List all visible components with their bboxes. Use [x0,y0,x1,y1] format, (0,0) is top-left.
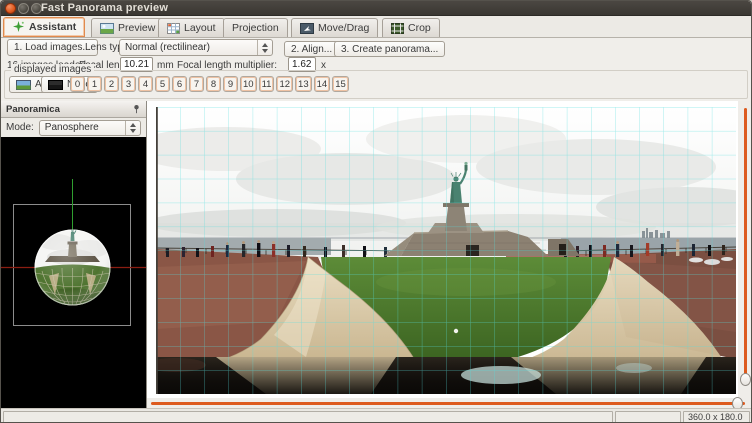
tab-label: Preview [118,22,155,34]
image-toggle-button[interactable]: 0 [70,76,85,92]
statusbar-cell [3,411,613,423]
statusbar-dimensions: 360.0 x 180.0 [683,411,750,423]
spinner-icon[interactable] [125,121,140,135]
minimize-button[interactable] [18,3,29,14]
panel-header: Panoramica [1,101,146,118]
spinner-icon[interactable] [257,40,272,55]
window-title: Fast Panorama preview [41,2,168,14]
panosphere-render [1,137,146,408]
tab-move-drag[interactable]: Move/Drag [291,18,378,37]
wand-icon [12,21,25,33]
pin-icon[interactable] [132,104,141,114]
close-button[interactable] [5,3,16,14]
tab-label: Layout [184,22,216,34]
image-toggle-button[interactable]: 2 [104,76,119,92]
image-toggle-row: 0 1 2 3 4 5 6 7 8 9 10 11 12 13 14 15 [70,76,349,92]
image-toggle-button[interactable]: 9 [223,76,238,92]
hfov-slider-track[interactable] [151,402,745,405]
image-toggle-button[interactable]: 15 [332,76,349,92]
panorama-canvas[interactable] [147,101,738,398]
tab-label: Assistant [29,21,76,33]
tab-assistant[interactable]: Assistant [3,17,85,37]
crop-icon [391,23,404,34]
assistant-toolbar: 1. Load images... Lens type: Normal (rec… [1,38,751,101]
tab-crop[interactable]: Crop [382,18,440,37]
mode-label: Mode: [6,122,34,133]
tab-projection[interactable]: Projection [223,18,288,37]
displayed-images-group: displayed images All None 0 1 2 3 4 5 6 … [4,70,748,99]
image-toggle-button[interactable]: 7 [189,76,204,92]
panel-title: Panoramica [6,104,60,115]
image-toggle-button[interactable]: 5 [155,76,170,92]
image-toggle-button[interactable]: 3 [121,76,136,92]
grid-icon [167,23,180,34]
image-toggle-button[interactable]: 14 [314,76,331,92]
lens-type-value: Normal (rectilinear) [120,42,257,53]
tabbar: Assistant Preview Layout Projection Move… [1,16,751,38]
grid-overlay [156,107,736,394]
vfov-slider[interactable] [738,101,752,398]
image-toggle-button[interactable]: 10 [240,76,257,92]
landscape-thumb-icon [16,80,31,90]
dark-thumb-icon [48,80,63,90]
landscape-icon [100,23,114,34]
mode-row: Mode: Panosphere [1,118,146,137]
mode-select[interactable]: Panosphere [39,120,141,136]
vfov-slider-handle[interactable] [740,373,751,386]
image-toggle-button[interactable]: 12 [276,76,293,92]
panosphere-viewport[interactable] [1,137,146,408]
fast-panorama-preview-window: Fast Panorama preview Assistant Preview … [0,0,752,423]
tab-label: Projection [232,22,279,34]
panosphere-panel: Panoramica Mode: Panosphere [1,101,147,408]
statusbar-cell [615,411,681,423]
displayed-images-label: displayed images [11,64,94,75]
tab-label: Move/Drag [318,22,369,34]
titlebar: Fast Panorama preview [1,1,751,16]
statusbar: 360.0 x 180.0 [1,408,751,423]
tab-preview[interactable]: Preview [91,18,164,37]
tab-label: Crop [408,22,431,34]
image-toggle-button[interactable]: 4 [138,76,153,92]
pano-left-edge [156,107,158,394]
image-toggle-button[interactable]: 1 [87,76,102,92]
vfov-slider-track[interactable] [744,108,747,380]
hfov-slider[interactable] [147,398,751,408]
move-icon [300,23,314,34]
create-panorama-button[interactable]: 3. Create panorama... [334,41,445,57]
tab-layout[interactable]: Layout [158,18,225,37]
image-toggle-button[interactable]: 11 [259,76,275,92]
preview-main [147,101,751,408]
image-toggle-button[interactable]: 8 [206,76,221,92]
content-area: Panoramica Mode: Panosphere [1,101,751,408]
mode-value: Panosphere [40,122,125,133]
lens-type-select[interactable]: Normal (rectilinear) [119,39,273,56]
panorama-preview-image [156,107,736,394]
image-toggle-button[interactable]: 6 [172,76,187,92]
image-toggle-button[interactable]: 13 [295,76,312,92]
align-button[interactable]: 2. Align... [284,41,339,57]
